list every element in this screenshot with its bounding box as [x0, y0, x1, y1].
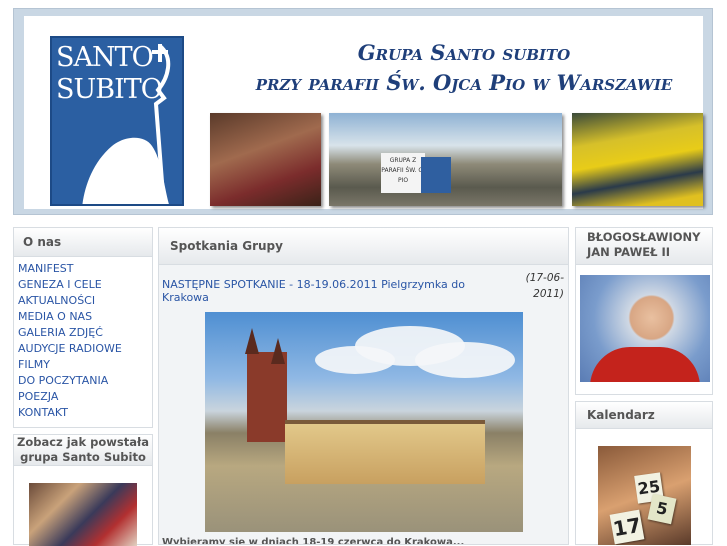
banner-title: Grupa Santo subito przy parafii Św. Ojca…	[224, 38, 704, 98]
calendar-image[interactable]: 25 5 17	[598, 446, 691, 545]
santo-subito-logo[interactable]: SANTO SUBITO	[50, 36, 184, 206]
post-date: (17-06-2011)	[525, 272, 564, 300]
menu-item-aktualnosci[interactable]: AKTUALNOŚCI	[18, 293, 152, 309]
header-banner: SANTO SUBITO Grupa Santo subito przy par…	[13, 8, 713, 215]
calendar-card-5: 5	[647, 493, 677, 525]
history-box: Zobacz jak powstała grupa Santo Subito	[13, 434, 153, 546]
menu-title: O nas	[14, 228, 152, 257]
banner-title-line1: Grupa Santo subito	[357, 40, 571, 65]
menu-item-galeria[interactable]: GALERIA ZDJĘĆ	[18, 325, 152, 341]
history-box-title: Zobacz jak powstała grupa Santo Subito	[14, 435, 152, 466]
header-photo-girls	[210, 113, 321, 206]
post-title-link[interactable]: NASTĘPNE SPOTKANIE - 18-19.06.2011 Pielg…	[162, 278, 502, 304]
menu-item-kontakt[interactable]: KONTAKT	[18, 405, 152, 421]
group-sign: GRUPA Z PARAFII ŚW. O. PIO	[381, 153, 425, 193]
john-paul-ii-photo[interactable]	[580, 275, 710, 382]
menu-item-media[interactable]: MEDIA O NAS	[18, 309, 152, 325]
john-paul-box: Błogosławiony Jan Paweł II	[575, 227, 713, 395]
krakow-photo	[205, 312, 523, 532]
post-excerpt: Wybieramy się w dniach 18-19 czerwca do …	[162, 537, 465, 545]
menu-box: O nas MANIFEST GENEZA I CELE AKTUALNOŚCI…	[13, 227, 153, 428]
calendar-box: Kalendarz 25 5 17	[575, 401, 713, 545]
pope-silhouette-icon	[82, 44, 171, 204]
history-thumbnail[interactable]	[29, 483, 137, 546]
banner-title-line2: przy parafii Św. Ojca Pio w Warszawie	[255, 70, 673, 95]
calendar-card-17: 17	[609, 509, 645, 545]
section-title: Spotkania Grupy	[159, 228, 568, 265]
calendar-title: Kalendarz	[576, 402, 712, 429]
main-content: Spotkania Grupy NASTĘPNE SPOTKANIE - 18-…	[158, 227, 569, 545]
menu-item-manifest[interactable]: MANIFEST	[18, 261, 152, 277]
menu-item-geneza[interactable]: GENEZA I CELE	[18, 277, 152, 293]
header-photo-group: GRUPA Z PARAFII ŚW. O. PIO	[329, 113, 562, 206]
john-paul-title: Błogosławiony Jan Paweł II	[576, 228, 712, 265]
menu-item-do-poczytania[interactable]: DO POCZYTANIA	[18, 373, 152, 389]
menu-item-filmy[interactable]: FILMY	[18, 357, 152, 373]
st-mary-basilica	[245, 328, 287, 442]
menu-item-poezja[interactable]: POEZJA	[18, 389, 152, 405]
pope-cape	[590, 347, 700, 382]
santo-subito-sign	[421, 157, 451, 193]
menu-item-audycje[interactable]: AUDYCJE RADIOWE	[18, 341, 152, 357]
header-photo-kayaks	[572, 113, 703, 206]
cloth-hall	[285, 420, 485, 484]
banner-inner: SANTO SUBITO Grupa Santo subito przy par…	[24, 16, 703, 209]
main-menu: MANIFEST GENEZA I CELE AKTUALNOŚCI MEDIA…	[14, 257, 152, 421]
